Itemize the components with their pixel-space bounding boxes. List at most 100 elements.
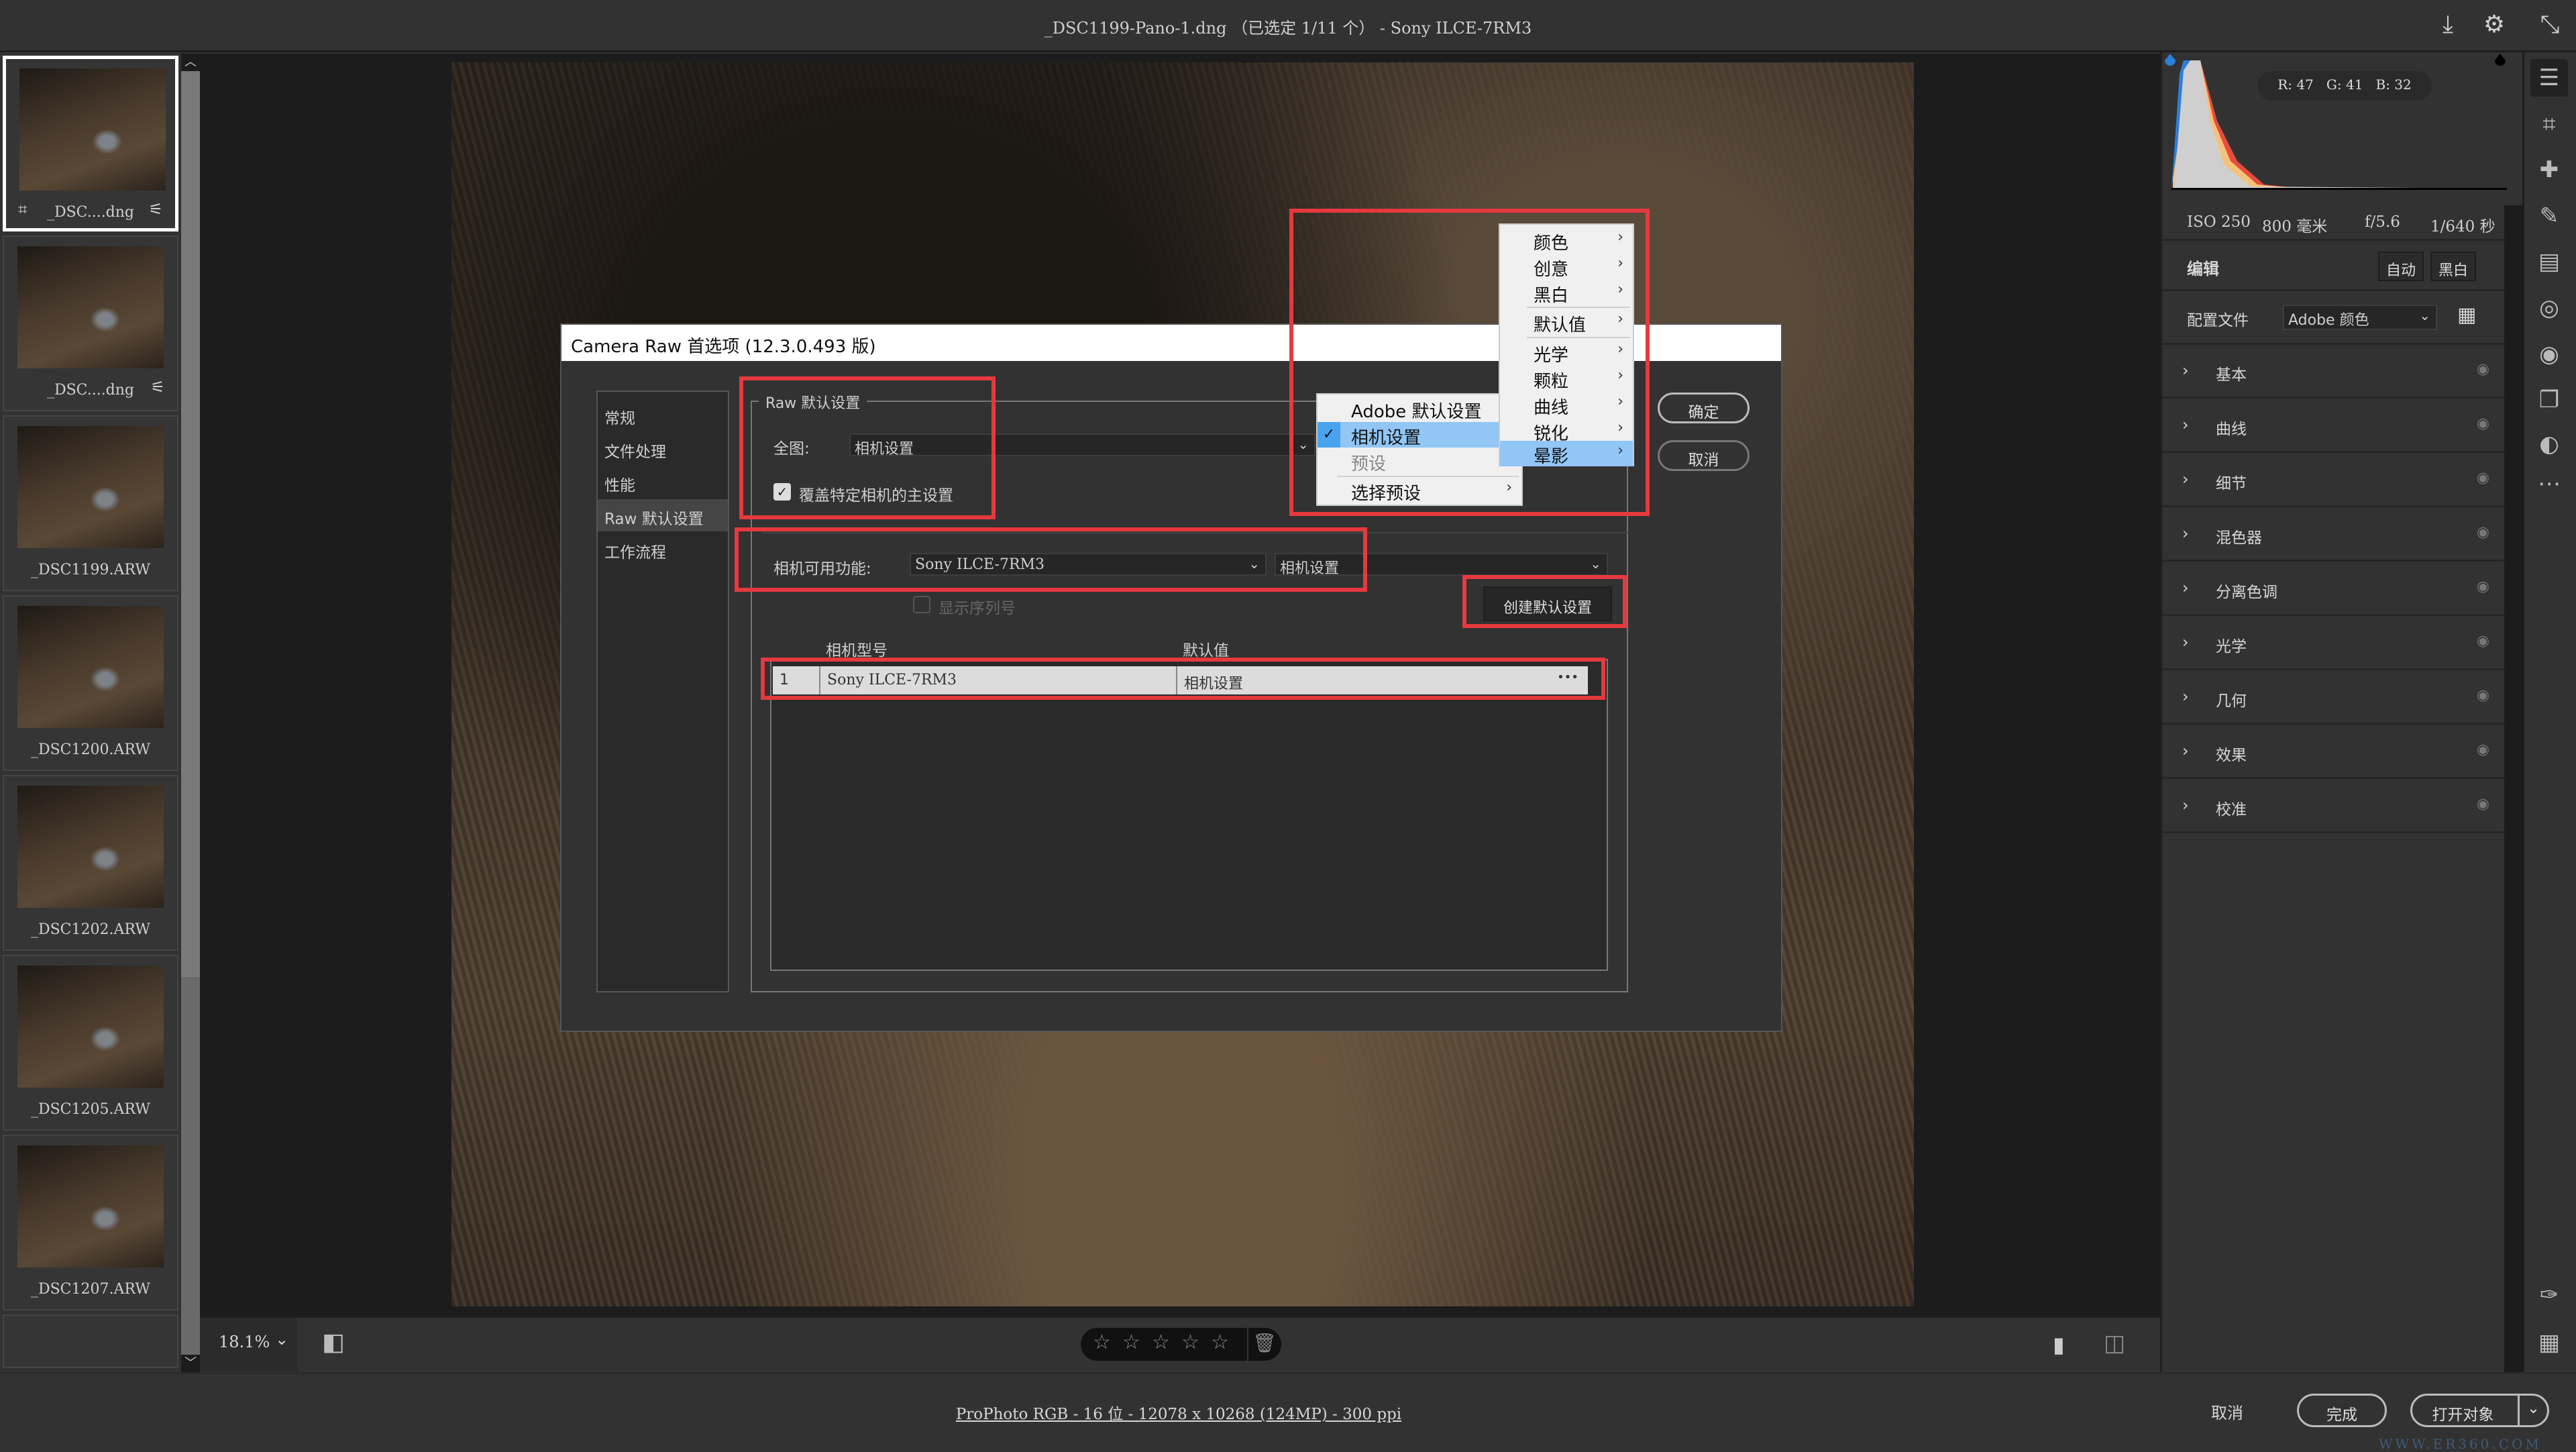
filmstrip-item[interactable]: _DSC1200.ARW (3, 595, 178, 771)
bw-button[interactable]: 黑白 (2430, 252, 2476, 281)
filmstrip-item[interactable]: _DSC....dng ⚟ (3, 236, 178, 411)
camera-defaults-table: 1 Sony ILCE-7RM3 相机设置 ••• (770, 659, 1608, 971)
single-view-icon[interactable]: ▮ (2053, 1332, 2065, 1357)
g-value: G: 41 (2326, 76, 2363, 93)
panel-section[interactable]: › 光学 ◉ (2162, 617, 2504, 670)
eye-icon[interactable]: ◉ (2477, 796, 2489, 813)
redeye-icon[interactable]: ◉ (2530, 335, 2568, 373)
open-object-button[interactable]: 打开对象 ⌄ (2410, 1394, 2549, 1427)
show-serial-checkbox[interactable] (913, 596, 930, 613)
star-icon[interactable]: ☆ (1181, 1331, 1199, 1354)
preferences-nav: 常规 文件处理 性能 Raw 默认设置 工作流程 (596, 391, 729, 992)
panel-section[interactable]: › 分离色调 ◉ (2162, 562, 2504, 616)
filmstrip-item[interactable]: _DSC1207.ARW (3, 1135, 178, 1310)
panel-scrollbar[interactable] (2504, 205, 2522, 1372)
eye-icon[interactable]: ◉ (2477, 361, 2489, 378)
eye-icon[interactable]: ◉ (2477, 741, 2489, 758)
scroll-up-icon[interactable]: ︿ (181, 54, 200, 71)
status-bar: ProPhoto RGB - 16 位 - 12078 x 10268 (124… (0, 1372, 2576, 1452)
column-header-default: 默认值 (1183, 642, 1229, 660)
presets-icon[interactable]: ❐ (2530, 381, 2568, 419)
thumbnail-label: _DSC1205.ARW (30, 1101, 151, 1118)
panel-section[interactable]: › 曲线 ◉ (2162, 399, 2504, 453)
snapshots-icon[interactable]: ◐ (2530, 425, 2568, 463)
panel-section[interactable]: › 效果 ◉ (2162, 725, 2504, 779)
thumbnail-image (17, 606, 164, 728)
eye-icon[interactable]: ◉ (2477, 633, 2489, 650)
filmstrip-toggle-icon[interactable]: ◧ (322, 1329, 345, 1356)
profile-dropdown[interactable]: Adobe 颜色 ⌄ (2283, 305, 2437, 330)
panel-section[interactable]: › 校准 ◉ (2162, 780, 2504, 833)
section-label: 光学 (2216, 638, 2247, 656)
section-label: 细节 (2216, 475, 2247, 492)
filmstrip-item[interactable]: _DSC1199.ARW (3, 415, 178, 591)
filmstrip-scrollbar[interactable]: ︿ ﹀ (181, 54, 200, 1372)
color-sampler-icon[interactable]: ✑ (2530, 1276, 2568, 1314)
scroll-down-icon[interactable]: ﹀ (181, 1355, 200, 1372)
eye-icon[interactable]: ◉ (2477, 524, 2489, 541)
ok-button[interactable]: 确定 (1658, 393, 1750, 423)
chevron-down-icon[interactable]: ⌄ (2518, 1396, 2547, 1425)
nav-item[interactable]: 性能 (598, 466, 728, 498)
scrollbar-thumb[interactable] (181, 71, 200, 977)
filmstrip-item[interactable] (3, 1314, 178, 1368)
chevron-right-icon: › (2182, 741, 2189, 760)
before-after-icon[interactable]: ◫ (2104, 1330, 2125, 1357)
exif-aperture: f/5.6 (2365, 213, 2400, 231)
chevron-right-icon: › (2182, 796, 2189, 815)
star-icon[interactable]: ☆ (1093, 1331, 1111, 1354)
star-icon[interactable]: ☆ (1122, 1331, 1140, 1354)
chevron-right-icon: › (2182, 470, 2189, 488)
panel-section[interactable]: › 基本 ◉ (2162, 345, 2504, 399)
auto-button[interactable]: 自动 (2378, 252, 2424, 281)
nav-item[interactable]: Raw 默认设置 (598, 499, 728, 531)
grid-icon[interactable]: ▦ (2530, 1324, 2568, 1361)
section-label: 曲线 (2216, 421, 2247, 438)
section-label: 混色器 (2216, 529, 2262, 547)
edit-sliders-icon[interactable]: ☰ (2530, 59, 2568, 97)
eye-icon[interactable]: ◉ (2477, 470, 2489, 486)
open-object-label: 打开对象 (2432, 1406, 2494, 1424)
thumbnail-label: _DSC1207.ARW (30, 1281, 151, 1298)
trash-icon[interactable]: 🗑 (1252, 1332, 1277, 1354)
cancel-button[interactable]: 取消 (1658, 440, 1750, 471)
panel-section[interactable]: › 混色器 ◉ (2162, 508, 2504, 562)
thumbnail-image (17, 786, 164, 908)
nav-item[interactable]: 工作流程 (598, 533, 728, 565)
panel-section[interactable]: › 几何 ◉ (2162, 671, 2504, 725)
fullscreen-icon[interactable]: ⤡ (2534, 11, 2565, 39)
save-icon[interactable]: ⤓ (2432, 11, 2463, 39)
chevron-down-icon: ⌄ (2419, 307, 2430, 323)
workflow-options-link[interactable]: ProPhoto RGB - 16 位 - 12078 x 10268 (124… (0, 1401, 2357, 1424)
brush-icon[interactable]: ✎ (2530, 197, 2568, 235)
nav-item[interactable]: 常规 (598, 399, 728, 431)
chevron-right-icon: › (2182, 361, 2189, 380)
panel-section[interactable]: › 细节 ◉ (2162, 454, 2504, 507)
edit-label: 编辑 (2187, 260, 2219, 278)
star-icon[interactable]: ☆ (1152, 1331, 1170, 1354)
eye-icon[interactable]: ◉ (2477, 578, 2489, 595)
eye-icon[interactable]: ◉ (2477, 687, 2489, 704)
zoom-dropdown[interactable]: 18.1% ⌄ (200, 1318, 297, 1371)
gear-icon[interactable]: ⚙ (2479, 11, 2510, 38)
profile-browser-icon[interactable]: ▦ (2457, 303, 2476, 327)
star-icon[interactable]: ☆ (1211, 1331, 1229, 1354)
gradient-icon[interactable]: ▤ (2530, 243, 2568, 280)
watermark: WWW.ER360.COM (2379, 1436, 2542, 1452)
filmstrip-item[interactable]: _DSC1205.ARW (3, 955, 178, 1131)
more-icon[interactable]: ⋯ (2530, 465, 2568, 503)
crop-icon[interactable]: ⌗ (2530, 105, 2568, 143)
done-button[interactable]: 完成 (2297, 1394, 2387, 1427)
filmstrip-item[interactable]: _DSC1202.ARW (3, 775, 178, 951)
thumbnail-image (17, 246, 164, 368)
filmstrip-item[interactable]: _DSC....dng ⌗ ⚟ (3, 56, 178, 231)
show-serial-label: 显示序列号 (938, 600, 1016, 617)
nav-item[interactable]: 文件处理 (598, 432, 728, 464)
cancel-button[interactable]: 取消 (2211, 1400, 2243, 1423)
section-label: 几何 (2216, 692, 2247, 710)
eye-icon[interactable]: ◉ (2477, 415, 2489, 432)
radial-icon[interactable]: ◎ (2530, 289, 2568, 327)
healing-icon[interactable]: ✚ (2530, 151, 2568, 189)
profile-value: Adobe 颜色 (2288, 312, 2369, 329)
adjustments-icon: ⚟ (150, 378, 165, 397)
